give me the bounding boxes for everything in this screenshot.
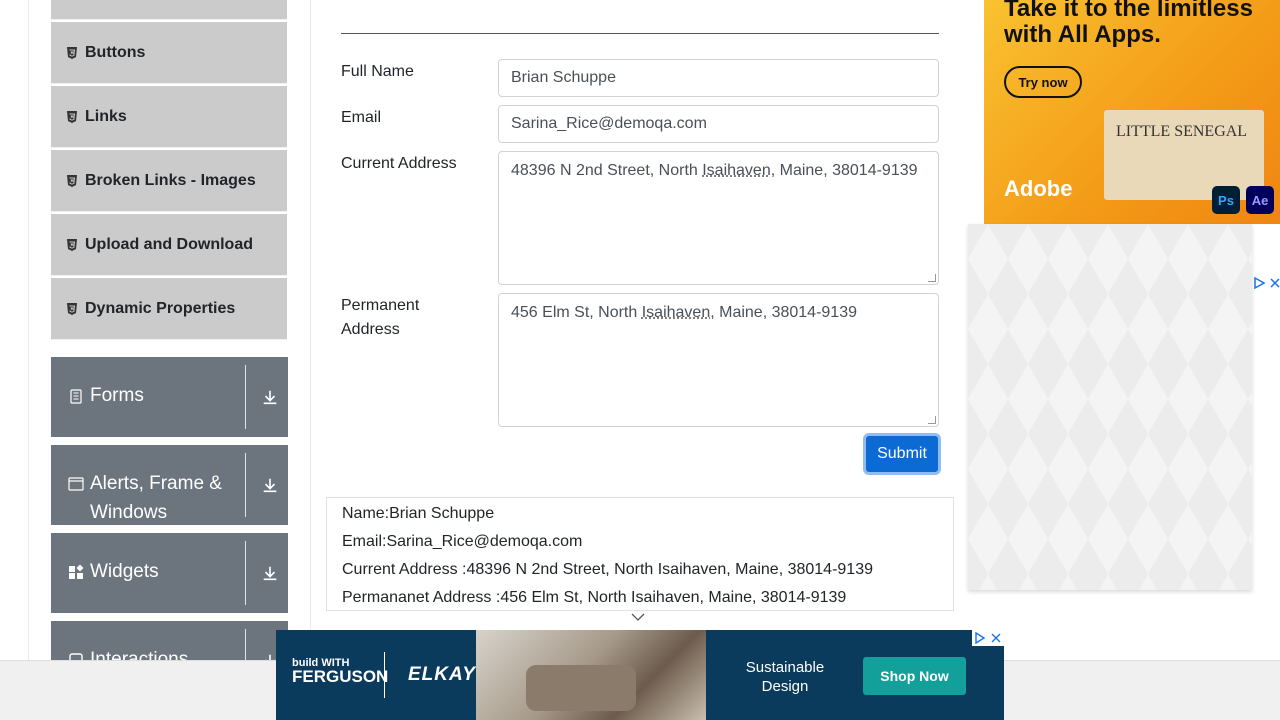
download-icon[interactable] — [260, 357, 280, 437]
sidebar-item-label: Broken Links - Images — [85, 171, 256, 189]
output-email: Email:Sarina_Rice@demoqa.com — [342, 533, 583, 550]
sidebar-item-upload-download[interactable]: Upload and Download — [51, 214, 287, 276]
html5-icon — [67, 238, 77, 251]
output-permanent-address: Permananet Address :456 Elm St, North Is… — [342, 589, 847, 606]
ad-headline: Take it to the limitless with All Apps. — [1004, 0, 1253, 48]
ad-banner-adobe[interactable]: Take it to the limitless with All Apps. … — [984, 0, 1280, 224]
group-widgets[interactable]: Widgets — [51, 533, 288, 613]
group-label: Forms — [90, 385, 144, 406]
resize-handle[interactable] — [928, 416, 936, 424]
ad-banner-elkay[interactable]: build WITH FERGUSON ELKAY Sustainable De… — [276, 630, 1004, 720]
html5-icon — [67, 46, 77, 59]
chevron-down-icon[interactable] — [631, 612, 645, 622]
widgets-icon — [69, 564, 84, 579]
adchoices-icon[interactable] — [972, 630, 988, 646]
group-label: Widgets — [90, 561, 159, 582]
photoshop-icon: Ps — [1212, 186, 1240, 214]
full-name-label: Full Name — [341, 63, 414, 80]
sidebar-item-label: Upload and Download — [85, 235, 253, 253]
divider — [245, 453, 246, 517]
current-address-text-b: , Maine, 38014-9139 — [770, 162, 918, 179]
adchoices-icon[interactable] — [1252, 276, 1266, 290]
group-label: Alerts, Frame & Windows — [90, 473, 222, 523]
sidebar-item-label: Dynamic Properties — [85, 299, 236, 317]
group-header: Widgets — [51, 533, 245, 613]
current-address-label: Current Address — [341, 155, 457, 172]
permanent-address-text-a: 456 Elm St, North — [511, 304, 642, 321]
group-forms[interactable]: Forms — [51, 357, 288, 437]
resize-handle[interactable] — [928, 274, 936, 282]
output-box: Name:Brian Schuppe Email:Sarina_Rice@dem… — [326, 497, 954, 611]
sidebar-item-broken-links[interactable]: Broken Links - Images — [51, 150, 287, 212]
left-sidebar: Buttons Links Broken Links - Images Uplo… — [28, 0, 311, 701]
submit-button[interactable]: Submit — [863, 433, 941, 475]
divider — [245, 365, 246, 429]
permanent-address-text-b: , Maine, 38014-9139 — [710, 304, 857, 321]
sink-shape — [526, 665, 636, 711]
divider — [341, 33, 939, 34]
build-with-ferguson-logo: build WITH FERGUSON — [292, 656, 389, 686]
logo-big-text: FERGUSON — [292, 667, 389, 686]
ad-try-now-button[interactable]: Try now — [1004, 66, 1082, 98]
sidebar-item-previous[interactable] — [51, 0, 287, 20]
download-icon[interactable] — [260, 533, 280, 613]
poster-title: LITTLE SENEGAL — [1116, 123, 1248, 140]
email-value: Sarina_Rice@demoqa.com — [511, 115, 707, 132]
sidebar-item-buttons[interactable]: Buttons — [51, 22, 287, 84]
permanent-address-textarea[interactable]: 456 Elm St, North Isaihaven, Maine, 3801… — [498, 293, 939, 427]
html5-icon — [67, 302, 77, 315]
ad-pattern-area — [968, 224, 1252, 590]
document-icon — [70, 389, 82, 404]
email-input[interactable]: Sarina_Rice@demoqa.com — [498, 105, 939, 143]
permanent-address-label: Permanent Address — [341, 297, 420, 338]
divider — [245, 541, 246, 605]
spellcheck-word: Isaihaven — [641, 304, 711, 321]
email-label: Email — [341, 109, 382, 126]
current-address-text-a: 48396 N 2nd Street, North — [511, 162, 703, 179]
text-box-form: Full Name Brian Schuppe Email Sarina_Ric… — [311, 0, 969, 660]
full-name-value: Brian Schuppe — [511, 69, 616, 86]
elkay-logo: ELKAY — [408, 664, 476, 685]
output-name: Name:Brian Schuppe — [342, 505, 495, 522]
current-address-textarea[interactable]: 48396 N 2nd Street, North Isaihaven, Mai… — [498, 151, 939, 285]
close-ad-icon[interactable] — [988, 630, 1004, 646]
html5-icon — [67, 110, 77, 123]
close-ad-icon[interactable] — [1268, 276, 1280, 290]
group-alerts-frame-windows[interactable]: Alerts, Frame & Windows — [51, 445, 288, 525]
download-icon[interactable] — [260, 445, 280, 525]
html5-icon — [67, 174, 77, 187]
page: Buttons Links Broken Links - Images Uplo… — [0, 0, 1280, 720]
spellcheck-word: Isaihaven — [702, 162, 771, 179]
full-name-input[interactable]: Brian Schuppe — [498, 59, 939, 97]
group-header: Forms — [51, 357, 245, 437]
shop-now-button[interactable]: Shop Now — [863, 657, 966, 695]
output-current-address: Current Address :48396 N 2nd Street, Nor… — [342, 561, 873, 578]
after-effects-icon: Ae — [1246, 186, 1274, 214]
sidebar-item-label: Links — [85, 107, 127, 125]
sidebar-item-dynamic-properties[interactable]: Dynamic Properties — [51, 278, 287, 340]
sidebar-item-label: Buttons — [85, 43, 146, 61]
ad-tagline: Sustainable Design — [745, 659, 825, 695]
sidebar-item-links[interactable]: Links — [51, 86, 287, 148]
group-header: Alerts, Frame & Windows — [51, 445, 245, 525]
ad-poster-image: LITTLE SENEGAL — [1104, 110, 1264, 200]
divider — [384, 652, 385, 698]
window-icon — [68, 477, 84, 491]
adobe-logo: Adobe — [1004, 176, 1073, 201]
